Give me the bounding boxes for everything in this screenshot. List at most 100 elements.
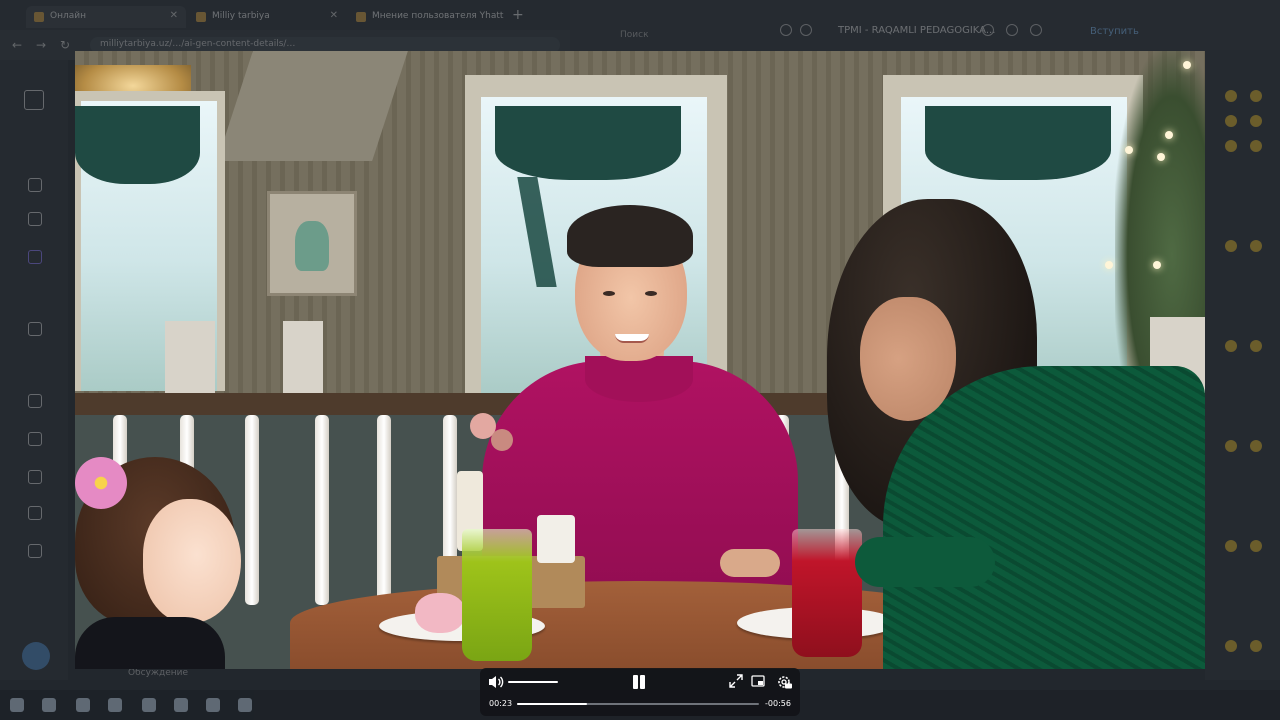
join-button[interactable]: Вступить — [1090, 26, 1139, 37]
emoji-icon[interactable] — [1225, 115, 1237, 127]
tab-label: Онлайн — [50, 11, 86, 21]
tab-favicon — [34, 12, 44, 22]
curtain-valance — [75, 106, 200, 184]
railing-post — [165, 321, 215, 401]
woman-hand — [720, 549, 780, 577]
close-icon[interactable]: ✕ — [170, 10, 178, 21]
volume-icon[interactable] — [487, 674, 505, 690]
flower — [491, 429, 513, 451]
emoji-icon[interactable] — [1225, 340, 1237, 352]
store-icon[interactable] — [108, 698, 122, 712]
back-icon[interactable]: ← — [12, 38, 22, 52]
baluster — [245, 415, 259, 605]
chat-icon[interactable] — [28, 322, 42, 336]
list-icon[interactable] — [28, 506, 42, 520]
app-icon[interactable] — [142, 698, 156, 712]
browser-tab-1[interactable]: Онлайн ✕ — [26, 6, 186, 28]
browser-tab-3[interactable]: Мнение пользователя Yhatt — [348, 6, 508, 28]
man-smile — [615, 334, 649, 343]
tree-light — [1157, 153, 1165, 161]
baluster — [377, 415, 391, 605]
call-icon[interactable] — [1006, 24, 1018, 36]
footer-label: Обсуждение — [128, 668, 189, 678]
forward-icon[interactable]: → — [36, 38, 46, 52]
curtain-valance — [495, 106, 681, 180]
emoji-icon[interactable] — [1250, 140, 1262, 152]
avatar[interactable] — [22, 642, 50, 670]
man-eye — [603, 291, 615, 296]
start-icon[interactable] — [10, 698, 24, 712]
emoji-icon[interactable] — [1250, 640, 1262, 652]
search-input[interactable]: Поиск — [620, 30, 649, 40]
emoji-icon[interactable] — [1250, 240, 1262, 252]
reload-icon[interactable]: ↻ — [60, 38, 70, 52]
list-icon[interactable] — [28, 212, 42, 226]
folder-icon[interactable] — [28, 250, 42, 264]
image-icon[interactable] — [28, 178, 42, 192]
railing-post — [283, 321, 323, 401]
file-explorer-icon[interactable] — [76, 698, 90, 712]
seek-progress — [517, 703, 588, 705]
emoji-icon[interactable] — [1250, 90, 1262, 102]
app-icon[interactable] — [206, 698, 220, 712]
remaining-time: -00:56 — [765, 699, 791, 708]
wall-picture-art — [295, 221, 329, 271]
seek-bar[interactable] — [517, 703, 759, 705]
tree-light — [1183, 61, 1191, 69]
girl-face — [143, 499, 241, 623]
woman-arm — [855, 537, 995, 587]
tab-favicon — [356, 12, 366, 22]
man-eye — [645, 291, 657, 296]
pause-icon[interactable] — [631, 674, 647, 690]
moon-icon[interactable] — [800, 24, 812, 36]
emoji-icon[interactable] — [1250, 115, 1262, 127]
current-time: 00:23 — [489, 699, 513, 708]
close-icon[interactable]: ✕ — [330, 10, 338, 21]
emoji-icon[interactable] — [1225, 240, 1237, 252]
emoji-icon[interactable] — [1225, 440, 1237, 452]
tab-favicon — [196, 12, 206, 22]
tree-light — [1125, 146, 1133, 154]
video-controls: 00:23 -00:56 — [480, 668, 800, 716]
emoji-icon[interactable] — [1225, 540, 1237, 552]
theme-toggle-icon[interactable] — [780, 24, 792, 36]
emoji-icon[interactable] — [1225, 140, 1237, 152]
dessert — [415, 593, 465, 633]
napkins — [537, 515, 575, 563]
volume-slider[interactable] — [508, 681, 558, 683]
emoji-icon[interactable] — [1225, 640, 1237, 652]
curtain-valance — [925, 106, 1111, 180]
emoji-icon[interactable] — [1250, 340, 1262, 352]
hair-flower — [75, 457, 127, 509]
tree-light — [1165, 131, 1173, 139]
graduation-icon[interactable] — [28, 394, 42, 408]
emoji-icon[interactable] — [1225, 90, 1237, 102]
video-frame[interactable] — [75, 51, 1205, 669]
app-logo-icon — [24, 90, 44, 110]
document-icon[interactable] — [28, 470, 42, 484]
man-collar — [585, 356, 693, 402]
left-rail — [0, 60, 68, 680]
document-icon[interactable] — [28, 432, 42, 446]
emoji-icon[interactable] — [1250, 540, 1262, 552]
new-tab-icon[interactable]: + — [512, 7, 524, 23]
settings-icon[interactable] — [776, 674, 792, 690]
sidebar-icon[interactable] — [1030, 24, 1042, 36]
search-icon[interactable] — [982, 24, 994, 36]
emoji-icon[interactable] — [1250, 440, 1262, 452]
red-drink — [792, 529, 862, 657]
tree-light — [1105, 261, 1113, 269]
woman-face — [860, 297, 956, 421]
archive-icon[interactable] — [28, 544, 42, 558]
picture-in-picture-icon[interactable] — [751, 674, 765, 688]
chat-title: TPMI - RAQAMLI PEDAGOGIKA... — [838, 25, 996, 36]
browser-tab-2[interactable]: Milliy tarbiya ✕ — [188, 6, 346, 28]
search-icon[interactable] — [42, 698, 56, 712]
browser-icon[interactable] — [174, 698, 188, 712]
fullscreen-icon[interactable] — [729, 674, 743, 688]
tab-label: Мнение пользователя Yhatt — [372, 11, 504, 21]
screen: Онлайн ✕ Milliy tarbiya ✕ Мнение пользов… — [0, 0, 1280, 720]
emoji-panel — [1205, 50, 1280, 680]
app-icon[interactable] — [238, 698, 252, 712]
tree-light — [1153, 261, 1161, 269]
